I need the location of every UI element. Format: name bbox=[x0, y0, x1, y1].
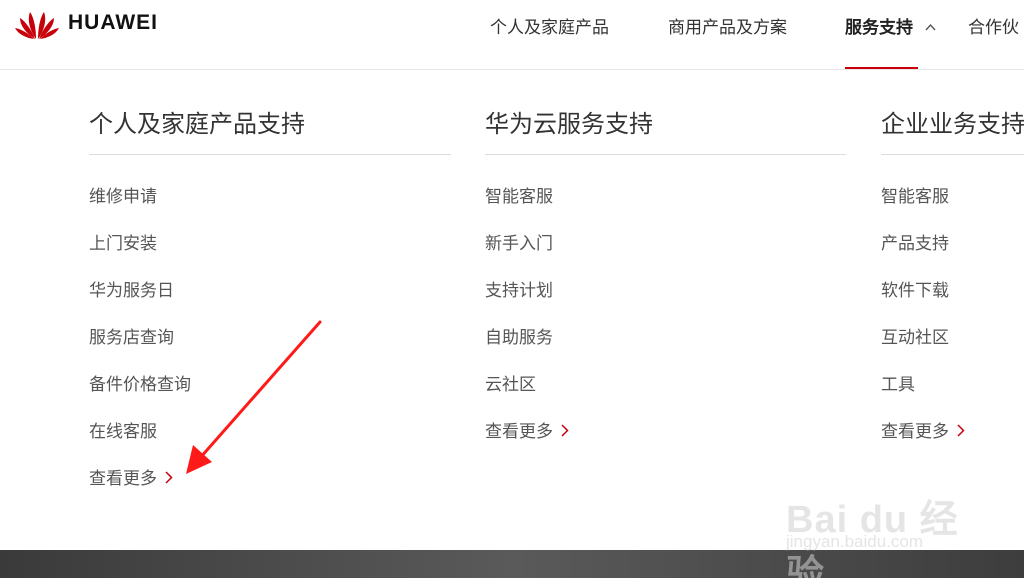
support-column-cloud: 华为云服务支持 智能客服 新手入门 支持计划 自助服务 云社区 查看更多 bbox=[485, 92, 846, 465]
chevron-up-icon bbox=[925, 20, 936, 34]
link-list: 维修申请 上门安装 华为服务日 服务店查询 备件价格查询 在线客服 查看更多 bbox=[89, 183, 451, 512]
link-service-day[interactable]: 华为服务日 bbox=[89, 277, 451, 324]
chevron-right-icon bbox=[165, 465, 173, 493]
view-more-item: 查看更多 bbox=[881, 418, 1024, 465]
nav-item-business-products[interactable]: 商用产品及方案 bbox=[668, 13, 787, 38]
nav-item-label: 合作伙 bbox=[968, 18, 1019, 38]
view-more-link[interactable]: 查看更多 bbox=[485, 418, 569, 446]
nav-item-label: 个人及家庭产品 bbox=[490, 18, 609, 38]
huawei-petal-logo-icon bbox=[15, 12, 59, 39]
view-more-label: 查看更多 bbox=[881, 422, 949, 442]
top-navigation-bar: HUAWEI 个人及家庭产品 商用产品及方案 服务支持 合作伙 bbox=[0, 0, 1024, 70]
column-title: 个人及家庭产品支持 bbox=[89, 92, 451, 155]
view-more-link[interactable]: 查看更多 bbox=[881, 418, 965, 446]
watermark-sub-text: jingyan.baidu.com bbox=[786, 532, 924, 551]
support-column-enterprise: 企业业务支持 智能客服 产品支持 软件下载 互动社区 工具 查看更多 bbox=[881, 92, 1024, 465]
view-more-item: 查看更多 bbox=[485, 418, 846, 465]
nav-item-label: 商用产品及方案 bbox=[668, 18, 787, 38]
link-cloud-community[interactable]: 云社区 bbox=[485, 371, 846, 418]
nav-item-service-support[interactable]: 服务支持 bbox=[845, 13, 936, 38]
baidu-jingyan-watermark: Bai du 经验 jingyan.baidu.com bbox=[786, 470, 976, 578]
link-parts-price[interactable]: 备件价格查询 bbox=[89, 371, 451, 418]
link-list: 智能客服 新手入门 支持计划 自助服务 云社区 查看更多 bbox=[485, 183, 846, 465]
link-self-service[interactable]: 自助服务 bbox=[485, 324, 846, 371]
link-software-download[interactable]: 软件下载 bbox=[881, 277, 1024, 324]
huawei-logo[interactable]: HUAWEI bbox=[14, 4, 158, 42]
nav-item-partners[interactable]: 合作伙 bbox=[968, 13, 1019, 38]
view-more-item: 查看更多 bbox=[89, 465, 451, 512]
column-title: 华为云服务支持 bbox=[485, 92, 846, 155]
link-onsite-install[interactable]: 上门安装 bbox=[89, 230, 451, 277]
nav-item-label: 服务支持 bbox=[845, 18, 913, 38]
link-store-lookup[interactable]: 服务店查询 bbox=[89, 324, 451, 371]
link-product-support[interactable]: 产品支持 bbox=[881, 230, 1024, 277]
column-title: 企业业务支持 bbox=[881, 92, 1024, 155]
view-more-label: 查看更多 bbox=[485, 422, 553, 442]
link-smart-service[interactable]: 智能客服 bbox=[485, 183, 846, 230]
link-tools[interactable]: 工具 bbox=[881, 371, 1024, 418]
link-support-plan[interactable]: 支持计划 bbox=[485, 277, 846, 324]
chevron-right-icon bbox=[957, 418, 965, 446]
brand-name: HUAWEI bbox=[68, 11, 158, 34]
link-getting-started[interactable]: 新手入门 bbox=[485, 230, 846, 277]
active-nav-indicator bbox=[845, 67, 918, 69]
view-more-link[interactable]: 查看更多 bbox=[89, 465, 173, 493]
link-repair-request[interactable]: 维修申请 bbox=[89, 183, 451, 230]
nav-item-personal-home-products[interactable]: 个人及家庭产品 bbox=[490, 13, 609, 38]
link-online-service[interactable]: 在线客服 bbox=[89, 418, 451, 465]
view-more-label: 查看更多 bbox=[89, 469, 157, 489]
link-smart-service[interactable]: 智能客服 bbox=[881, 183, 1024, 230]
support-column-personal: 个人及家庭产品支持 维修申请 上门安装 华为服务日 服务店查询 备件价格查询 在… bbox=[89, 92, 451, 512]
chevron-right-icon bbox=[561, 418, 569, 446]
link-list: 智能客服 产品支持 软件下载 互动社区 工具 查看更多 bbox=[881, 183, 1024, 465]
link-interactive-community[interactable]: 互动社区 bbox=[881, 324, 1024, 371]
